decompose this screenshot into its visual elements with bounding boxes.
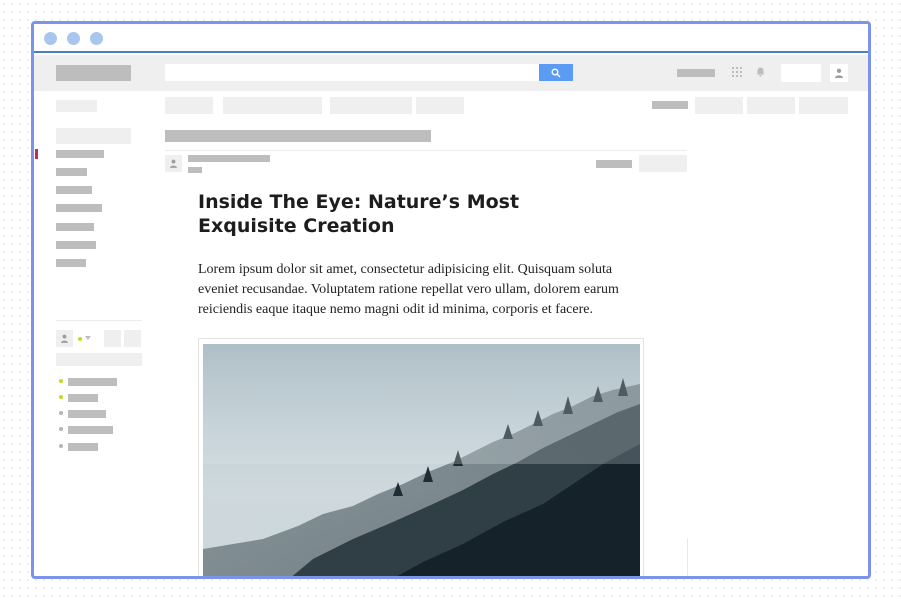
toolbar-button[interactable] (747, 97, 795, 114)
chevron-down-icon[interactable] (85, 336, 91, 341)
contact-status-dot (59, 427, 63, 431)
sidebar-item[interactable] (56, 241, 96, 249)
toolbar-button[interactable] (416, 97, 464, 114)
search-button[interactable] (539, 64, 573, 81)
window-close-dot[interactable] (44, 32, 57, 45)
notifications-button[interactable] (754, 66, 766, 78)
message-date (596, 160, 632, 168)
active-item-indicator (35, 149, 38, 159)
compose-button[interactable] (56, 100, 97, 112)
reply-button[interactable] (639, 155, 687, 172)
sidebar-item[interactable] (56, 168, 87, 176)
account-button[interactable] (830, 64, 848, 82)
sender-avatar[interactable] (165, 155, 182, 172)
app-logo[interactable] (56, 65, 131, 81)
sidebar-item[interactable] (56, 186, 92, 194)
article-body: Lorem ipsum dolor sit amet, consectetur … (198, 262, 619, 317)
pagination-label (652, 101, 688, 109)
bell-icon (756, 67, 764, 77)
apps-grid-icon (732, 67, 742, 77)
toolbar-button[interactable] (165, 97, 213, 114)
user-icon (61, 334, 68, 343)
article-title: Inside The Eye: Nature’s Most Exquisite … (198, 191, 520, 237)
contact-item[interactable] (68, 394, 98, 402)
message-subject (165, 130, 431, 142)
sidebar-item[interactable] (56, 150, 104, 158)
contact-status-dot (59, 411, 63, 415)
apps-button[interactable] (731, 66, 743, 78)
contact-item[interactable] (68, 443, 98, 451)
contacts-search-input[interactable] (56, 353, 142, 366)
toolbar-button[interactable] (799, 97, 848, 114)
sidebar-item[interactable] (56, 223, 94, 231)
search-icon (551, 68, 561, 77)
sidebar-header (56, 128, 131, 144)
window-titlebar (34, 24, 868, 53)
toolbar-button[interactable] (695, 97, 743, 114)
profile-avatar[interactable] (56, 330, 73, 347)
sidebar-action-button[interactable] (104, 330, 121, 347)
sidebar-item[interactable] (56, 204, 102, 212)
sidebar-action-button[interactable] (124, 330, 141, 347)
contact-status-dot (59, 444, 63, 448)
search-input[interactable] (165, 64, 571, 81)
contact-item[interactable] (68, 410, 106, 418)
article-image-frame (198, 338, 644, 576)
sidebar-divider (56, 320, 142, 321)
browser-window: Inside The Eye: Nature’s Most Exquisite … (31, 21, 871, 579)
sender-recipient (188, 167, 202, 173)
message-divider (165, 150, 687, 151)
contact-item[interactable] (68, 378, 117, 386)
panel-divider (687, 538, 688, 576)
window-minimize-dot[interactable] (67, 32, 80, 45)
header-link[interactable] (677, 69, 715, 77)
status-online-dot (78, 337, 82, 341)
toolbar-button[interactable] (330, 97, 412, 114)
contact-status-dot (59, 395, 63, 399)
user-icon (170, 159, 177, 168)
window-maximize-dot[interactable] (90, 32, 103, 45)
contact-status-dot (59, 379, 63, 383)
contact-item[interactable] (68, 426, 113, 434)
header-account-box[interactable] (781, 64, 821, 82)
sidebar-item[interactable] (56, 259, 86, 267)
toolbar-button[interactable] (223, 97, 322, 114)
foggy-forest-photo[interactable] (203, 344, 640, 576)
user-icon (835, 68, 843, 78)
sender-name (188, 155, 270, 162)
